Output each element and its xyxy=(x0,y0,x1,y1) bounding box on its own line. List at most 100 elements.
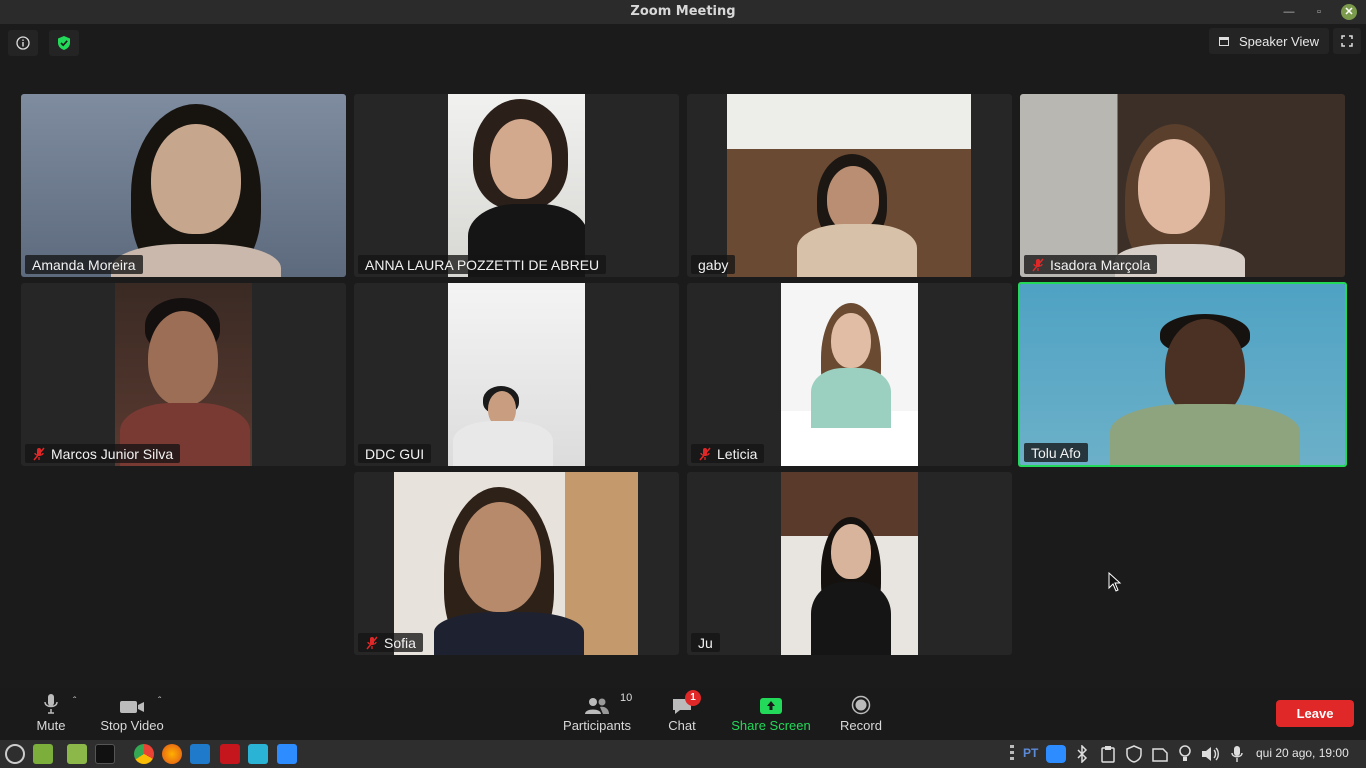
speaker-view-button[interactable]: Speaker View xyxy=(1209,28,1329,54)
minimize-icon[interactable]: — xyxy=(1281,4,1297,20)
participant-name: DDC GUI xyxy=(365,445,425,462)
participant-name: Isadora Marçola xyxy=(1050,256,1151,273)
terminal-icon[interactable] xyxy=(95,744,115,764)
firefox-icon[interactable] xyxy=(162,744,182,764)
participant-name-tag: Isadora Marçola xyxy=(1024,255,1158,274)
microphone-tray-icon[interactable] xyxy=(1230,745,1246,763)
record-icon xyxy=(851,695,871,715)
taskbar-clock[interactable]: qui 20 ago, 19:00 xyxy=(1256,746,1349,760)
keyboard-layout-indicator[interactable]: PT xyxy=(1023,746,1038,760)
taskbar-separator xyxy=(123,744,127,764)
participant-name-tag: gaby xyxy=(691,255,736,274)
video-tile-gaby[interactable]: gaby xyxy=(687,94,1012,277)
anydesk-icon[interactable] xyxy=(220,744,240,764)
participant-name-tag: Sofia xyxy=(358,633,423,652)
muted-mic-icon xyxy=(366,636,378,649)
participant-name-tag: Ju xyxy=(691,633,720,652)
vscode-icon[interactable] xyxy=(190,744,210,764)
share-screen-button[interactable]: Share Screen xyxy=(728,688,814,740)
start-menu-icon[interactable] xyxy=(5,744,25,764)
participant-name: gaby xyxy=(698,256,729,273)
record-button[interactable]: Record xyxy=(836,688,886,740)
encryption-shield-icon[interactable] xyxy=(49,30,79,56)
participant-name: Leticia xyxy=(717,445,758,462)
share-screen-label: Share Screen xyxy=(731,718,811,733)
redshift-bulb-icon[interactable] xyxy=(1178,745,1194,763)
video-feed xyxy=(781,283,918,466)
share-screen-icon xyxy=(760,698,782,714)
zoom-tray-icon[interactable] xyxy=(1046,745,1066,763)
window-title: Zoom Meeting xyxy=(630,4,736,19)
meeting-info-icon[interactable] xyxy=(8,30,38,56)
close-icon[interactable]: ✕ xyxy=(1341,4,1357,20)
participant-name-tag: Leticia xyxy=(691,444,765,463)
os-taskbar: PT qui 20 ago, 19:00 xyxy=(0,740,1366,768)
video-feed xyxy=(448,283,585,466)
participant-name-tag: DDC GUI xyxy=(358,444,432,463)
restore-icon[interactable]: ▫ xyxy=(1311,4,1327,20)
bluetooth-icon[interactable] xyxy=(1074,744,1090,764)
video-camera-icon xyxy=(120,701,144,713)
participant-name: Sofia xyxy=(384,634,416,651)
leave-meeting-button[interactable]: Leave xyxy=(1276,700,1354,727)
video-feed xyxy=(448,94,585,277)
zoom-taskbar-icon[interactable] xyxy=(277,744,297,764)
chrome-icon[interactable] xyxy=(134,744,154,764)
participants-label: Participants xyxy=(563,718,631,733)
video-feed xyxy=(781,472,918,655)
participant-name: Tolu Afo xyxy=(1031,444,1081,461)
video-tile-ddc-gui[interactable]: DDC GUI xyxy=(354,283,679,466)
fullscreen-icon xyxy=(1341,35,1353,47)
storage-icon[interactable] xyxy=(1151,745,1168,763)
volume-icon[interactable] xyxy=(1200,745,1219,763)
mouse-cursor-icon xyxy=(1108,572,1122,592)
video-feed xyxy=(394,472,638,655)
kodi-icon[interactable] xyxy=(248,744,268,764)
participant-name: ANNA LAURA POZZETTI DE ABREU xyxy=(365,256,600,273)
security-shield-icon[interactable] xyxy=(1125,745,1142,763)
participant-name: Marcos Junior Silva xyxy=(51,445,174,462)
video-feed xyxy=(21,94,346,277)
muted-mic-icon xyxy=(33,447,45,460)
participant-name: Ju xyxy=(698,634,713,651)
tray-handle xyxy=(1010,745,1014,763)
video-tile-leticia[interactable]: Leticia xyxy=(687,283,1012,466)
participant-name-tag: Amanda Moreira xyxy=(25,255,143,274)
stop-video-label: Stop Video xyxy=(100,718,164,733)
video-tile-ju[interactable]: Ju xyxy=(687,472,1012,655)
file-manager-icon[interactable] xyxy=(67,744,87,764)
video-tile-isadora-marcola[interactable]: Isadora Marçola xyxy=(1020,94,1345,277)
video-feed xyxy=(727,94,971,277)
participant-name: Amanda Moreira xyxy=(32,256,136,273)
fullscreen-button[interactable] xyxy=(1333,28,1361,54)
video-tile-amanda-moreira[interactable]: Amanda Moreira xyxy=(21,94,346,277)
video-tile-anna-laura[interactable]: ANNA LAURA POZZETTI DE ABREU xyxy=(354,94,679,277)
video-feed xyxy=(115,283,252,466)
audio-options-chevron-icon[interactable]: ˆ xyxy=(73,696,76,707)
mute-label: Mute xyxy=(36,718,66,733)
video-tile-sofia[interactable]: Sofia xyxy=(354,472,679,655)
muted-mic-icon xyxy=(1032,258,1044,271)
chat-label: Chat xyxy=(668,718,696,733)
participants-icon xyxy=(585,698,609,714)
participant-name-tag: Tolu Afo xyxy=(1024,443,1088,462)
video-options-chevron-icon[interactable]: ˆ xyxy=(158,696,161,707)
speaker-view-label: Speaker View xyxy=(1239,33,1319,49)
clipboard-icon[interactable] xyxy=(1100,745,1116,763)
video-feed xyxy=(1020,284,1345,465)
microphone-icon xyxy=(44,694,58,714)
muted-mic-icon xyxy=(699,447,711,460)
chat-unread-badge: 1 xyxy=(685,690,701,706)
participant-name-tag: Marcos Junior Silva xyxy=(25,444,181,463)
record-label: Record xyxy=(840,718,882,733)
window-titlebar: Zoom Meeting — ▫ ✕ xyxy=(0,0,1366,24)
participant-name-tag: ANNA LAURA POZZETTI DE ABREU xyxy=(358,255,607,274)
participants-count: 10 xyxy=(620,692,633,704)
mute-button[interactable]: Mute xyxy=(26,688,76,740)
video-tile-tolu-afo[interactable]: Tolu Afo xyxy=(1018,282,1347,467)
meeting-toolbar: Mute ˆ Stop Video ˆ Participants 10 Chat… xyxy=(0,688,1366,740)
video-feed xyxy=(1020,94,1345,277)
video-tile-marcos-junior-silva[interactable]: Marcos Junior Silva xyxy=(21,283,346,466)
show-desktop-icon[interactable] xyxy=(33,744,53,764)
speaker-view-icon xyxy=(1219,36,1229,46)
